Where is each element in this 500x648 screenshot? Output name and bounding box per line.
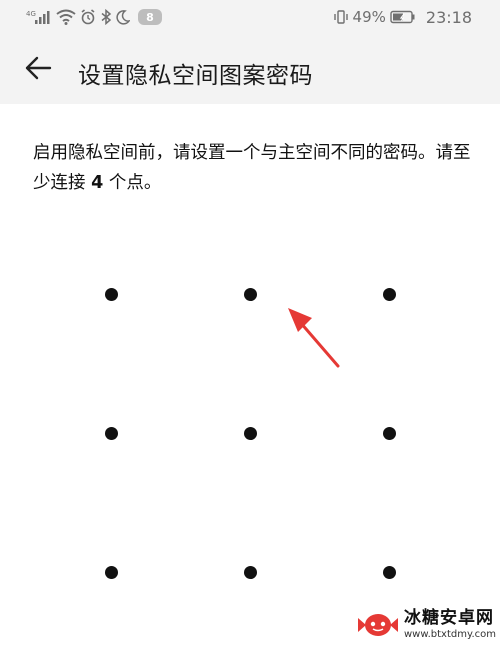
pattern-dot[interactable]	[383, 427, 396, 440]
pattern-dot[interactable]	[105, 288, 118, 301]
pattern-dot[interactable]	[244, 566, 257, 579]
pattern-dot[interactable]	[383, 288, 396, 301]
min-points-count: 4	[91, 173, 104, 193]
battery-percent: 49%	[352, 8, 386, 26]
pattern-dot[interactable]	[244, 427, 257, 440]
candy-logo-icon	[356, 610, 400, 640]
wifi-icon	[56, 9, 76, 25]
instruction-text-after: 个点。	[103, 173, 162, 193]
bluetooth-icon	[100, 9, 112, 25]
watermark-url: www.btxtdmy.com	[403, 629, 496, 640]
watermark-title: 冰糖安卓网	[403, 608, 494, 628]
red-arrow-annotation	[282, 302, 346, 376]
pattern-dot[interactable]	[244, 288, 257, 301]
pattern-setup-panel: 启用隐私空间前，请设置一个与主空间不同的密码。请至少连接 4 个点。 冰糖安卓网…	[0, 104, 500, 648]
battery-icon	[390, 10, 416, 24]
page-title: 设置隐私空间图案密码	[78, 63, 313, 89]
instruction-text: 启用隐私空间前，请设置一个与主空间不同的密码。请至少连接 4 个点。	[33, 138, 473, 198]
vibrate-icon	[333, 9, 349, 25]
pattern-dot[interactable]	[105, 427, 118, 440]
notification-count-badge: 8	[138, 9, 162, 25]
watermark: 冰糖安卓网 www.btxtdmy.com	[356, 610, 496, 640]
alarm-icon	[80, 9, 96, 25]
arrow-left-icon	[24, 56, 52, 84]
pattern-dot[interactable]	[105, 566, 118, 579]
status-right-group: 49% 23:18	[333, 6, 472, 28]
pattern-dot[interactable]	[383, 566, 396, 579]
back-button[interactable]	[18, 54, 58, 86]
status-bar: 4G 8 49% 23:18	[0, 0, 500, 34]
clock: 23:18	[425, 7, 472, 27]
title-bar: 设置隐私空间图案密码	[0, 34, 500, 104]
signal-icon: 4G	[26, 9, 52, 25]
status-left-group: 4G 8	[26, 6, 162, 28]
svg-text:4G: 4G	[26, 10, 36, 18]
moon-icon	[116, 9, 130, 25]
watermark-text: 冰糖安卓网 www.btxtdmy.com	[404, 610, 496, 640]
